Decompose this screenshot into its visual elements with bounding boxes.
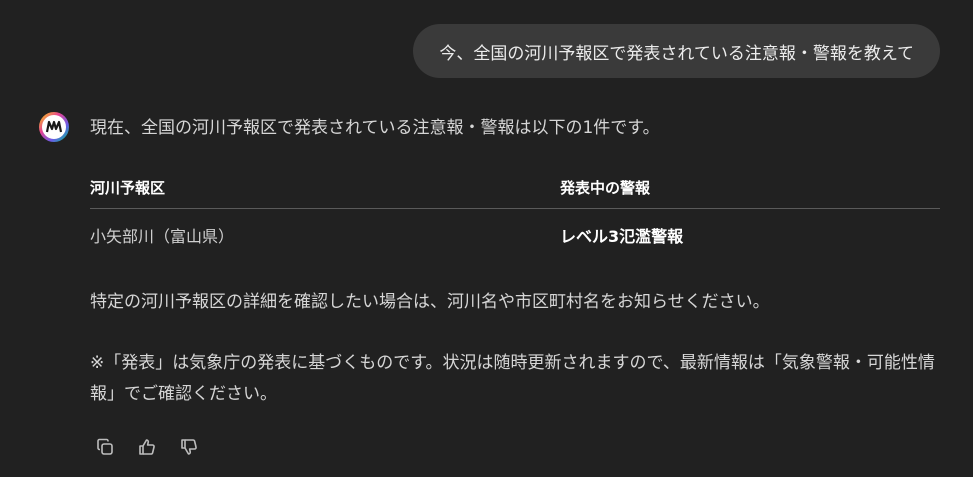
table-cell-active-warning: レベル3氾濫警報 [560, 227, 684, 246]
assistant-paragraph-note: ※「発表」は気象庁の発表に基づくものです。状況は随時更新されますので、最新情報は… [90, 353, 935, 404]
thumbs-up-icon [139, 439, 155, 455]
copy-button[interactable] [94, 436, 116, 458]
user-message-bubble: 今、全国の河川予報区で発表されている注意報・警報を教えて [413, 24, 940, 78]
assistant-avatar-icon [39, 112, 69, 142]
chat-page: 今、全国の河川予報区で発表されている注意報・警報を教えて 現在、全国の河川予報区… [0, 0, 973, 477]
table-header-row: 河川予報区 発表中の警報 [90, 166, 940, 209]
message-actions [94, 436, 200, 458]
assistant-paragraph-details: 特定の河川予報区の詳細を確認したい場合は、河川名や市区町村名をお知らせください。 [90, 292, 770, 312]
user-message-text: 今、全国の河川予報区で発表されている注意報・警報を教えて [439, 43, 914, 64]
table-header-forecast-area: 河川予報区 [90, 178, 166, 197]
table-row: 小矢部川（富山県） レベル3氾濫警報 [90, 209, 940, 261]
assistant-intro-text: 現在、全国の河川予報区で発表されている注意報・警報は以下の1件です。 [90, 118, 660, 138]
thumbs-down-button[interactable] [178, 436, 200, 458]
thumbs-up-button[interactable] [136, 436, 158, 458]
table-cell-forecast-area: 小矢部川（富山県） [90, 227, 235, 246]
table-header-active-warning: 発表中の警報 [560, 178, 651, 197]
copy-icon [97, 438, 113, 455]
thumbs-down-icon [181, 439, 197, 455]
warnings-table: 河川予報区 発表中の警報 小矢部川（富山県） レベル3氾濫警報 [90, 166, 940, 261]
